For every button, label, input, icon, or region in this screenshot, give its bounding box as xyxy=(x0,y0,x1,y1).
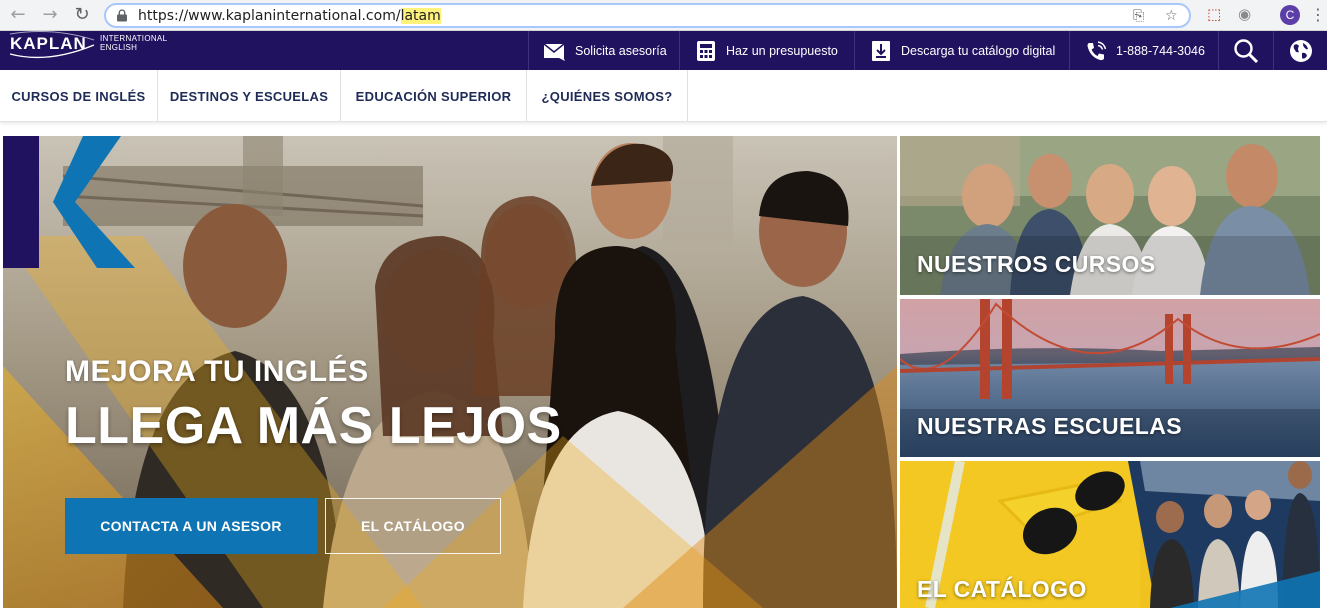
lock-icon xyxy=(117,9,127,22)
nav-cursos-de-ingles[interactable]: CURSOS DE INGLÉS xyxy=(0,70,158,122)
profile-avatar[interactable]: C xyxy=(1280,5,1300,25)
phone-link[interactable]: 1-888-744-3046 xyxy=(1069,31,1218,70)
descarga-catalogo-label: Descarga tu catálogo digital xyxy=(901,43,1056,58)
translate-icon[interactable]: ⎘ xyxy=(1133,8,1144,24)
search-icon xyxy=(1234,38,1259,63)
hero-title: LLEGA MÁS LEJOS xyxy=(65,397,562,455)
search-button[interactable] xyxy=(1218,31,1273,70)
hero-subtitle: MEJORA TU INGLÉS xyxy=(65,355,369,388)
nav-destinos-y-escuelas[interactable]: DESTINOS Y ESCUELAS xyxy=(158,70,341,122)
logo-subtext: INTERNATIONAL ENGLISH xyxy=(100,34,167,52)
main-navigation: CURSOS DE INGLÉS DESTINOS Y ESCUELAS EDU… xyxy=(0,70,1327,122)
tile-cursos-label: NUESTROS CURSOS xyxy=(917,251,1156,277)
tile-el-catalogo[interactable]: EL CATÁLOGO xyxy=(900,461,1320,608)
globe-icon xyxy=(1290,39,1312,62)
back-arrow-icon[interactable]: ← xyxy=(6,4,30,26)
address-bar[interactable]: https://www.kaplaninternational.com/lata… xyxy=(104,3,1191,28)
logo-sub-english: ENGLISH xyxy=(100,43,138,52)
haz-presupuesto-label: Haz un presupuesto xyxy=(726,43,838,58)
calculator-icon xyxy=(697,40,715,61)
reload-icon[interactable]: ↻ xyxy=(70,4,94,26)
forward-arrow-icon[interactable]: → xyxy=(38,4,62,26)
download-icon xyxy=(872,40,890,61)
tile-nuestros-cursos[interactable]: NUESTROS CURSOS xyxy=(900,136,1320,295)
logo-sub-international: INTERNATIONAL xyxy=(100,34,168,43)
hero-banner: MEJORA TU INGLÉS LLEGA MÁS LEJOS CONTACT… xyxy=(3,136,897,608)
logo-wordmark: KAPLAN xyxy=(10,34,87,53)
camera-extension-icon[interactable]: ◉ xyxy=(1238,5,1251,23)
phone-number: 1-888-744-3046 xyxy=(1116,43,1205,58)
url-text: https://www.kaplaninternational.com/lata… xyxy=(138,8,441,24)
tile-escuelas-label: NUESTRAS ESCUELAS xyxy=(917,413,1182,439)
browser-toolbar: ← → ↻ https://www.kaplaninternational.co… xyxy=(0,0,1327,31)
menu-dots-icon[interactable]: ⋮ xyxy=(1310,5,1326,24)
haz-presupuesto-link[interactable]: Haz un presupuesto xyxy=(679,31,854,70)
nav-quienes-somos[interactable]: ¿QUIÉNES SOMOS? xyxy=(527,70,688,122)
utility-bar: KAPLAN INTERNATIONAL ENGLISH Solicita as… xyxy=(0,31,1327,70)
nav-educacion-superior[interactable]: EDUCACIÓN SUPERIOR xyxy=(341,70,527,122)
tile-nuestras-escuelas[interactable]: NUESTRAS ESCUELAS xyxy=(900,299,1320,457)
contacta-asesor-button[interactable]: CONTACTA A UN ASESOR xyxy=(65,498,317,554)
el-catalogo-button[interactable]: EL CATÁLOGO xyxy=(325,498,501,554)
kaplan-logo[interactable]: KAPLAN INTERNATIONAL ENGLISH xyxy=(8,31,198,63)
url-base: https://www.kaplaninternational.com/ xyxy=(138,8,401,24)
envelope-icon xyxy=(543,42,565,61)
solicita-asesoria-label: Solicita asesoría xyxy=(575,43,667,58)
tile-catalogo-label: EL CATÁLOGO xyxy=(917,576,1087,602)
phone-icon xyxy=(1087,40,1107,60)
language-globe-button[interactable] xyxy=(1273,31,1327,70)
url-path: latam xyxy=(400,8,441,24)
pdf-extension-icon[interactable]: ⬚ xyxy=(1207,5,1221,23)
descarga-catalogo-link[interactable]: Descarga tu catálogo digital xyxy=(854,31,1069,70)
star-icon[interactable]: ☆ xyxy=(1165,8,1178,24)
solicita-asesoria-link[interactable]: Solicita asesoría xyxy=(528,31,679,70)
